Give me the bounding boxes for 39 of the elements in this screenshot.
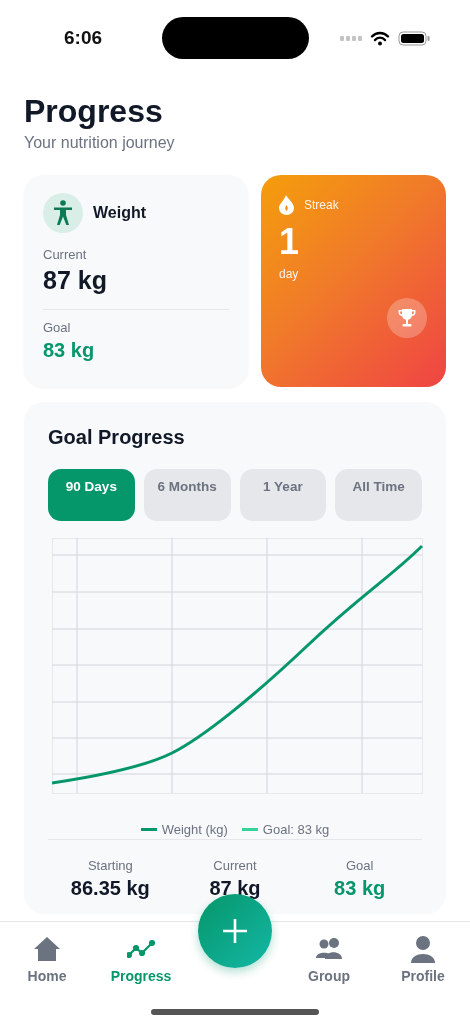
streak-count: 1 [279,221,301,263]
line-chart-icon [127,940,155,958]
battery-icon [398,30,430,46]
range-tab[interactable]: 90 Days [48,469,135,521]
goal-weight: 83 kg [43,339,96,362]
stat-label: Starting [87,858,133,873]
nav-tab[interactable]: Progress [94,936,188,988]
signal-icon [340,35,362,41]
current-label: Current [43,247,88,262]
range-tab[interactable]: All Time [335,469,422,521]
range-tab[interactable]: 6 Months [143,469,231,521]
nav-tab[interactable]: Profile [376,936,470,988]
stat-value: 83 kg [334,877,386,900]
goal-label: Goal [43,320,72,335]
page-subtitle: Your nutrition journey [24,134,176,152]
streak-unit: day [279,267,300,281]
streak-label: Streak [304,198,339,212]
stat-label: Goal [345,858,374,873]
flame-icon [279,195,294,215]
wifi-icon [370,30,390,46]
legend-item: Goal: 83 kg [241,822,330,837]
person-icon [43,193,83,233]
nav-tab[interactable]: Group [282,936,376,988]
stat-value: 87 kg [209,877,261,900]
status-time: 6:06 [64,27,103,49]
trophy-icon [387,298,427,338]
card-title: Weight [93,204,147,222]
page-title: Progress [24,92,164,130]
stat-value: 86.35 kg [70,877,150,900]
legend-item: Weight (kg) [140,822,228,837]
nav-tab[interactable]: Home [0,936,94,988]
range-tab[interactable]: 1 Year [239,469,327,521]
plus-icon [222,918,248,944]
home-icon [33,936,61,962]
current-weight: 87 kg [43,266,108,295]
group-icon [315,938,343,960]
stat-label: Current [213,858,257,873]
section-title: Goal Progress [48,426,186,449]
person-icon [410,935,436,963]
